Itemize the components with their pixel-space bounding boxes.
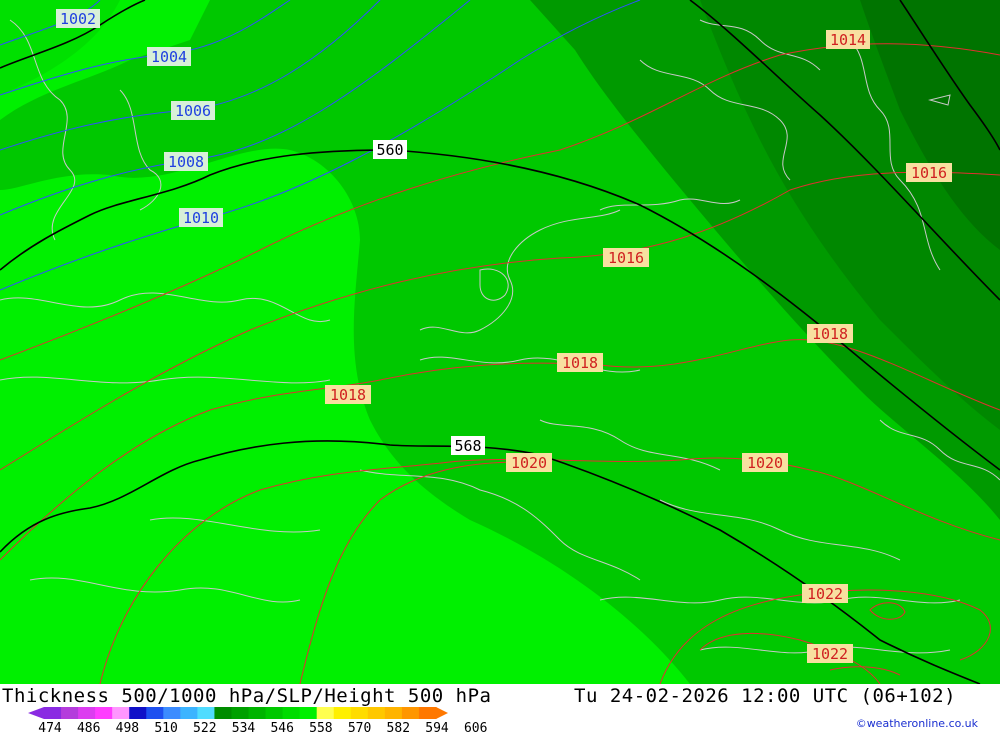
colorbar-swatch: [401, 707, 420, 719]
colorbar-tick-label: 558: [309, 721, 332, 733]
colorbar-tick-label: 594: [425, 721, 449, 733]
label-1018-west: 1018: [325, 385, 371, 404]
svg-text:1020: 1020: [747, 454, 783, 472]
svg-text:1022: 1022: [812, 645, 848, 663]
svg-text:568: 568: [454, 437, 481, 455]
colorbar-swatch: [316, 707, 335, 719]
colorbar-tick-label: 570: [348, 721, 371, 733]
colorbar-tick-label: 510: [154, 721, 177, 733]
colorbar-tick-label: 474: [38, 721, 62, 733]
colorbar-swatch: [44, 707, 62, 719]
colorbar-swatch: [384, 707, 403, 719]
colorbar-tick-label: 534: [232, 721, 256, 733]
colorbar-swatch: [282, 707, 301, 719]
weather-map: 1002 1004 1006 1008 1010 1014 1016 1016 …: [0, 0, 1000, 685]
colorbar-swatch: [333, 707, 352, 719]
svg-text:1016: 1016: [608, 249, 644, 267]
svg-text:1002: 1002: [60, 10, 96, 28]
label-1014: 1014: [826, 30, 870, 49]
colorbar-tick-label: 486: [77, 721, 100, 733]
svg-text:1008: 1008: [168, 153, 204, 171]
colorbar-swatch: [418, 707, 437, 719]
legend-panel: Thickness 500/1000 hPa/SLP/Height 500 hP…: [0, 684, 1000, 736]
label-1008: 1008: [164, 152, 208, 171]
colorbar-tick-label: 522: [193, 721, 216, 733]
colorbar-swatch: [299, 707, 318, 719]
svg-text:560: 560: [376, 141, 403, 159]
colorbar-swatch: [78, 707, 96, 719]
colorbar-tick-label: 582: [387, 721, 410, 733]
colorbar-swatch: [367, 707, 386, 719]
label-1006: 1006: [171, 101, 215, 120]
label-1018-east: 1018: [807, 324, 853, 343]
label-1020-east: 1020: [742, 453, 788, 472]
label-1002: 1002: [56, 9, 100, 28]
svg-text:1014: 1014: [830, 31, 866, 49]
label-560: 560: [373, 140, 407, 159]
label-1022-upper: 1022: [802, 584, 848, 603]
colorbar-swatch: [163, 707, 181, 719]
colorbar-swatch: [350, 707, 369, 719]
colorbar-arrow-right: [436, 707, 448, 719]
colorbar-swatch: [265, 707, 284, 719]
svg-text:1022: 1022: [807, 585, 843, 603]
label-1020-center: 1020: [506, 453, 552, 472]
credit-link[interactable]: ©weatheronline.co.uk: [856, 717, 978, 730]
label-1004: 1004: [147, 47, 191, 66]
svg-text:1006: 1006: [175, 102, 211, 120]
svg-text:1004: 1004: [151, 48, 187, 66]
colorbar-swatch: [146, 707, 164, 719]
svg-text:1018: 1018: [812, 325, 848, 343]
colorbar-swatch: [61, 707, 79, 719]
svg-text:1016: 1016: [911, 164, 947, 182]
colorbar-tick-label: 606: [464, 721, 487, 733]
colorbar-tick-label: 546: [270, 721, 293, 733]
colorbar-swatch: [231, 707, 250, 719]
colorbar-swatch: [95, 707, 113, 719]
colorbar-tick-label: 498: [116, 721, 139, 733]
colorbar-swatch: [197, 707, 215, 719]
label-1016-center: 1016: [603, 248, 649, 267]
label-1010: 1010: [179, 208, 223, 227]
svg-text:1010: 1010: [183, 209, 219, 227]
colorbar-swatch: [180, 707, 198, 719]
label-1018-center: 1018: [557, 353, 603, 372]
colorbar-swatch: [129, 707, 147, 719]
label-568: 568: [451, 436, 485, 455]
map-title: Thickness 500/1000 hPa/SLP/Height 500 hP…: [2, 685, 492, 707]
colorbar-swatch: [112, 707, 130, 719]
svg-text:1018: 1018: [562, 354, 598, 372]
colorbar-swatch: [214, 707, 232, 719]
map-timestamp: Tu 24-02-2026 12:00 UTC (06+102): [574, 685, 957, 707]
colorbar-swatch: [248, 707, 267, 719]
svg-text:1020: 1020: [511, 454, 547, 472]
label-1022-lower: 1022: [807, 644, 853, 663]
colorbar-arrow-left: [28, 707, 44, 719]
svg-text:1018: 1018: [330, 386, 366, 404]
color-scale: 474 486 498 510 522 534 546 558 570 582 594 606: [0, 706, 1000, 736]
label-1016-east: 1016: [906, 163, 952, 182]
